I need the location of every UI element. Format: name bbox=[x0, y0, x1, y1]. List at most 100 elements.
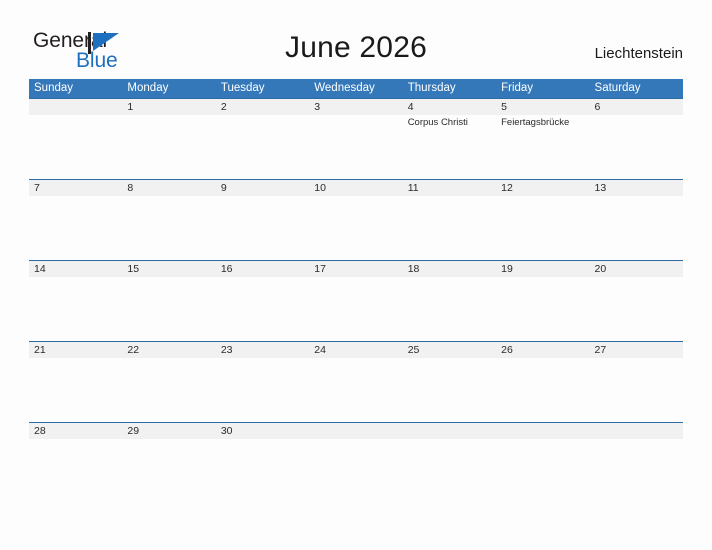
day-number-7[interactable]: 7 bbox=[29, 180, 122, 196]
week-date-band: 123456 bbox=[29, 98, 683, 115]
calendar-page: General Blue June 2026 Liechtenstein Sun… bbox=[0, 0, 712, 550]
day-events-30 bbox=[216, 439, 309, 502]
day-number-8[interactable]: 8 bbox=[122, 180, 215, 196]
holiday-event: Feiertagsbrücke bbox=[501, 117, 570, 128]
day-number-22[interactable]: 22 bbox=[122, 342, 215, 358]
day-number-13[interactable]: 13 bbox=[590, 180, 683, 196]
week-date-band: 14 15 16 17 18 19 20 bbox=[29, 260, 683, 277]
day-number-25[interactable]: 25 bbox=[403, 342, 496, 358]
day-events-9 bbox=[216, 196, 309, 259]
day-events-4: Corpus Christi bbox=[403, 115, 496, 178]
day-number-28[interactable]: 28 bbox=[29, 423, 122, 439]
day-cell-empty bbox=[590, 423, 683, 439]
day-events-27 bbox=[590, 358, 683, 421]
weekday-header-sunday: Sunday bbox=[34, 82, 74, 94]
day-number-29[interactable]: 29 bbox=[122, 423, 215, 439]
day-events-23 bbox=[216, 358, 309, 421]
day-events-17 bbox=[309, 277, 402, 340]
day-number-19[interactable]: 19 bbox=[496, 261, 589, 277]
day-events-2 bbox=[216, 115, 309, 178]
day-number-30[interactable]: 30 bbox=[216, 423, 309, 439]
weekday-header-thursday: Thursday bbox=[407, 82, 456, 94]
day-events-21 bbox=[29, 358, 122, 421]
calendar-weeks: 1 2 3 4 5 6 Corpus Christi Feiertagsbrücke 7 8 9 10… bbox=[29, 98, 683, 503]
day-number-4[interactable]: 4 bbox=[403, 99, 496, 115]
day-events-25 bbox=[403, 358, 496, 421]
week-date-band: 21 22 23 24 25 26 27 bbox=[29, 341, 683, 358]
day-events-26 bbox=[496, 358, 589, 421]
weekday-header-tuesday: Tuesday bbox=[220, 82, 265, 94]
week-event-body bbox=[29, 358, 683, 421]
day-number-10[interactable]: 10 bbox=[309, 180, 402, 196]
day-events-empty bbox=[496, 439, 589, 502]
week-event-body: Corpus Christi Feiertagsbrücke bbox=[29, 115, 683, 178]
day-events-29 bbox=[122, 439, 215, 502]
day-events-7 bbox=[29, 196, 122, 259]
day-events-19 bbox=[496, 277, 589, 340]
day-number-16[interactable]: 16 bbox=[216, 261, 309, 277]
day-events-16 bbox=[216, 277, 309, 340]
day-number-18[interactable]: 18 bbox=[403, 261, 496, 277]
day-number-17[interactable]: 17 bbox=[309, 261, 402, 277]
day-events-3 bbox=[309, 115, 402, 178]
weekday-header-wednesday: Wednesday bbox=[314, 82, 375, 94]
day-number-11[interactable]: 11 bbox=[403, 180, 496, 196]
day-number-3[interactable]: 3 bbox=[309, 99, 402, 115]
day-number-24[interactable]: 24 bbox=[309, 342, 402, 358]
day-events-14 bbox=[29, 277, 122, 340]
weekday-header-friday: Friday bbox=[501, 82, 534, 94]
day-events-28 bbox=[29, 439, 122, 502]
day-cell-empty bbox=[29, 99, 122, 115]
weekday-header-row: Sunday Monday Tuesday Wednesday Thursday Frid… bbox=[29, 79, 683, 98]
week-event-body bbox=[29, 196, 683, 259]
day-events-20 bbox=[590, 277, 683, 340]
day-events-24 bbox=[309, 358, 402, 421]
calendar-week-row: 28 29 30 bbox=[29, 422, 683, 503]
day-number-5[interactable]: 5 bbox=[496, 99, 589, 115]
holiday-event: Corpus Christi bbox=[407, 117, 468, 128]
day-events-18 bbox=[403, 277, 496, 340]
calendar-week-row: 21 22 23 24 25 26 27 bbox=[29, 341, 683, 422]
day-events-12 bbox=[496, 196, 589, 259]
day-number-1[interactable]: 1 bbox=[122, 99, 215, 115]
day-events-6 bbox=[590, 115, 683, 178]
day-number-21[interactable]: 21 bbox=[29, 342, 122, 358]
day-events-5: Feiertagsbrücke bbox=[496, 115, 589, 178]
day-events-empty bbox=[590, 439, 683, 502]
day-events-11 bbox=[403, 196, 496, 259]
day-number-26[interactable]: 26 bbox=[496, 342, 589, 358]
week-event-body bbox=[29, 439, 683, 502]
weekday-header-monday: Monday bbox=[127, 82, 169, 94]
week-date-band: 7 8 9 10 11 12 13 bbox=[29, 179, 683, 196]
weekday-header-saturday: Saturday bbox=[594, 82, 641, 94]
calendar-week-row: 14 15 16 17 18 19 20 bbox=[29, 260, 683, 341]
page-header: General Blue June 2026 Liechtenstein bbox=[0, 0, 712, 78]
week-event-body bbox=[29, 277, 683, 340]
day-number-14[interactable]: 14 bbox=[29, 261, 122, 277]
day-number-23[interactable]: 23 bbox=[216, 342, 309, 358]
day-events-10 bbox=[309, 196, 402, 259]
day-number-9[interactable]: 9 bbox=[216, 180, 309, 196]
day-events-22 bbox=[122, 358, 215, 421]
day-number-20[interactable]: 20 bbox=[590, 261, 683, 277]
day-number-15[interactable]: 15 bbox=[122, 261, 215, 277]
day-number-27[interactable]: 27 bbox=[590, 342, 683, 358]
day-cell-empty bbox=[403, 423, 496, 439]
day-number-6[interactable]: 6 bbox=[590, 99, 683, 115]
day-events-empty bbox=[29, 115, 122, 178]
calendar-week-row: 7 8 9 10 11 12 13 bbox=[29, 179, 683, 260]
day-events-empty bbox=[309, 439, 402, 502]
calendar-grid: Sunday Monday Tuesday Wednesday Thursday Frid… bbox=[29, 79, 683, 503]
day-number-2[interactable]: 2 bbox=[216, 99, 309, 115]
day-events-1 bbox=[122, 115, 215, 178]
calendar-week-row: 1 2 3 4 5 6 Corpus Christi Feiertagsbrücke bbox=[29, 98, 683, 179]
day-events-13 bbox=[590, 196, 683, 259]
week-date-band: 28 29 30 bbox=[29, 422, 683, 439]
day-events-15 bbox=[122, 277, 215, 340]
day-cell-empty bbox=[496, 423, 589, 439]
day-events-8 bbox=[122, 196, 215, 259]
day-number-12[interactable]: 12 bbox=[496, 180, 589, 196]
day-events-empty bbox=[403, 439, 496, 502]
day-cell-empty bbox=[309, 423, 402, 439]
country-label: Liechtenstein bbox=[594, 45, 683, 62]
